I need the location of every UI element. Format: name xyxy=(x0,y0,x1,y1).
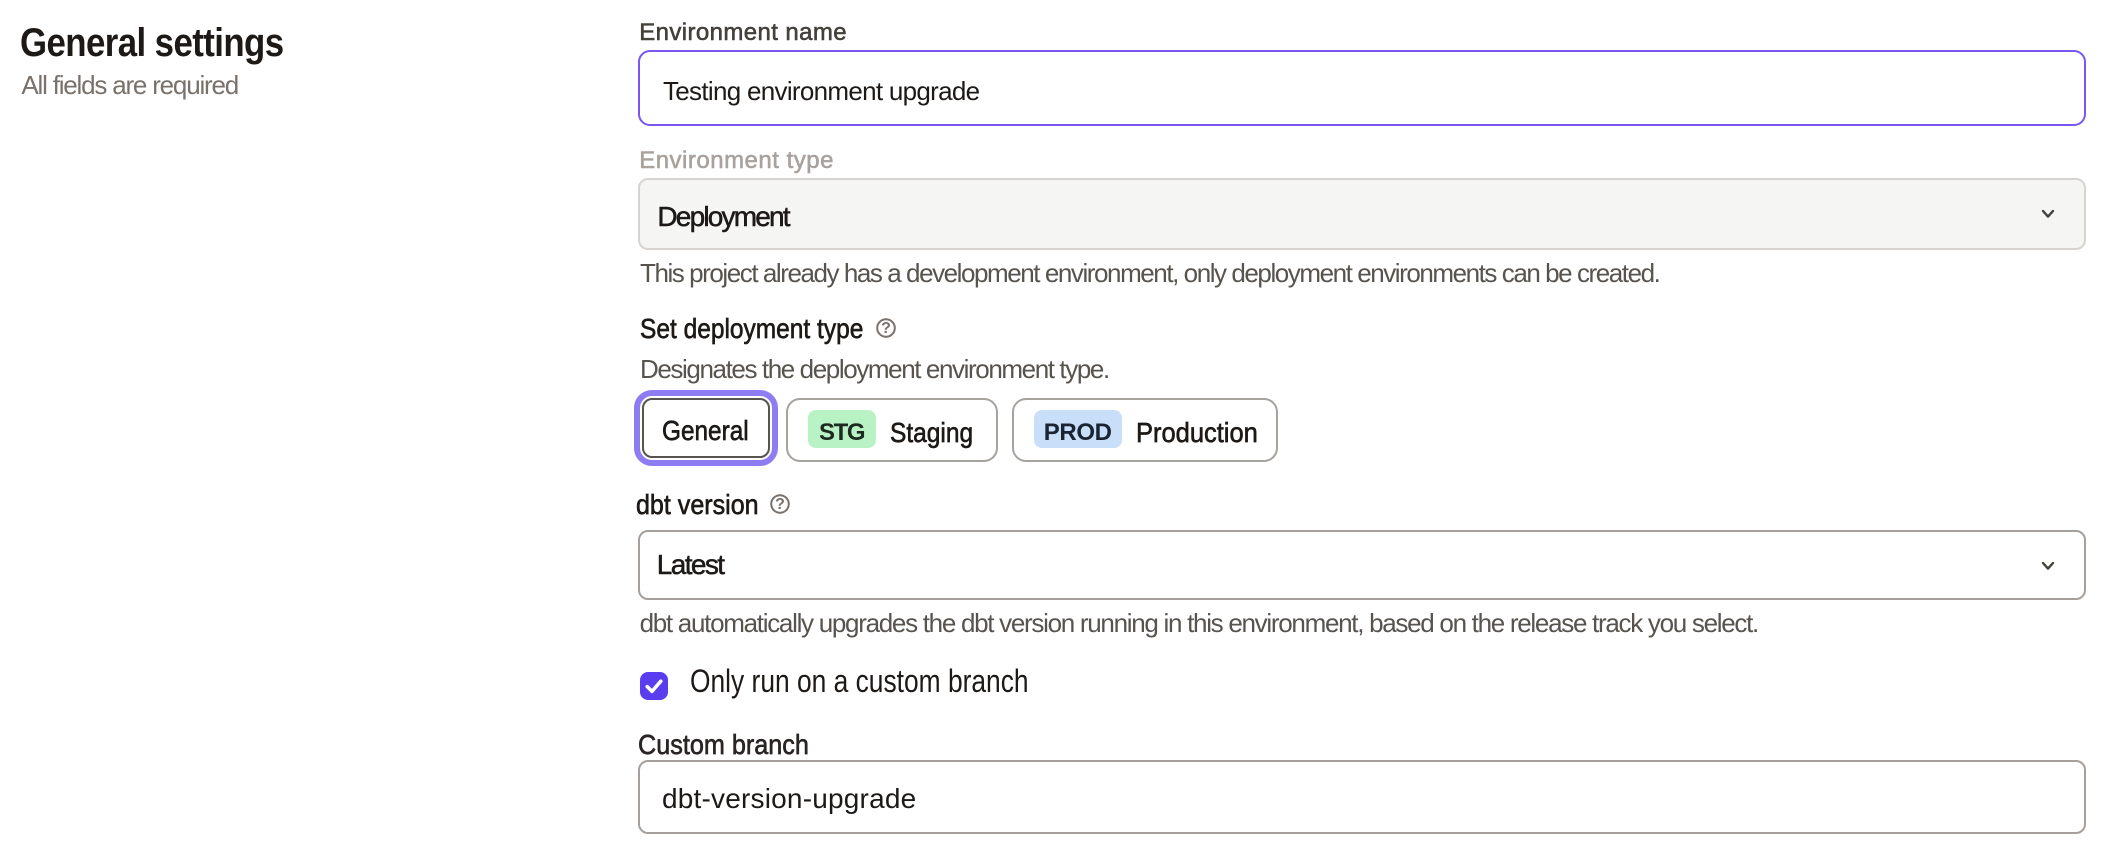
svg-text:?: ? xyxy=(776,495,786,512)
svg-text:?: ? xyxy=(882,321,892,338)
